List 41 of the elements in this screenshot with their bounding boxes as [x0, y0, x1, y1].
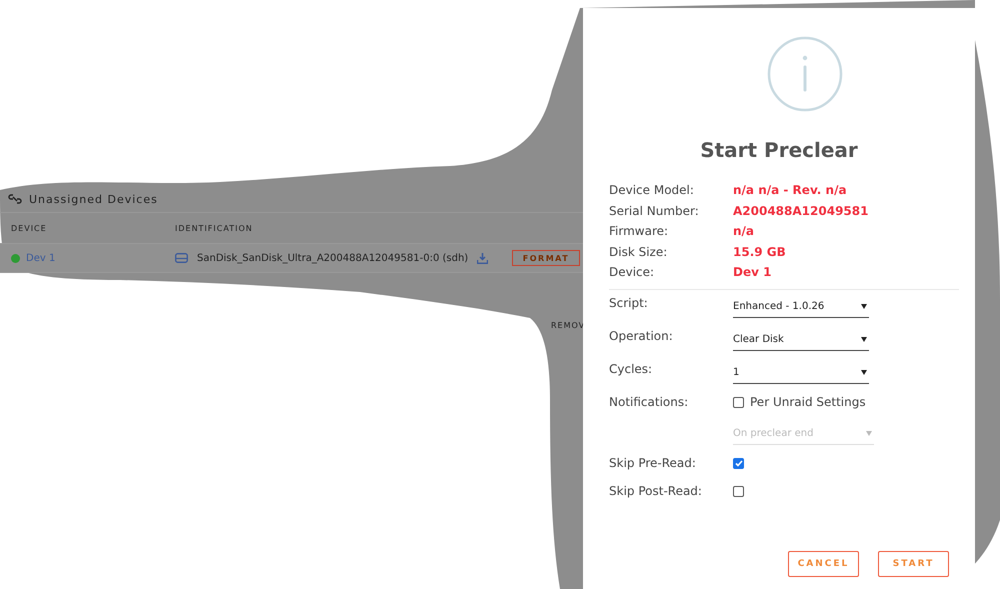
cancel-button[interactable]: CANCEL: [788, 550, 859, 576]
field-value: Dev 1: [733, 265, 772, 280]
field-value: A200488A12049581: [733, 204, 868, 218]
field-label: Disk Size:: [609, 244, 668, 259]
dropdown[interactable]: Clear Disk: [733, 330, 869, 350]
field-label: Operation:: [609, 328, 674, 342]
checkbox[interactable]: [733, 458, 744, 468]
field-label: Skip Pre-Read:: [609, 456, 697, 470]
checkbox[interactable]: [733, 397, 744, 408]
dialog-title: Start Preclear: [699, 138, 859, 162]
field-label: Firmware:: [609, 224, 670, 238]
dropdown[interactable]: Enhanced - 1.0.26: [733, 298, 869, 318]
device-identification: SanDisk_SanDisk_Ultra_A200488A12049581-0:0 (sdh): [197, 252, 468, 264]
field-label: Script:: [609, 296, 649, 310]
drive-icon: [175, 253, 188, 263]
caret-icon: [866, 430, 872, 436]
dropdown: On preclear end: [733, 424, 874, 444]
column-header: IDENTIFICATION: [175, 224, 253, 232]
device-link[interactable]: Dev 1: [26, 252, 56, 264]
field-label: Skip Post-Read:: [609, 484, 703, 498]
caret-icon: [861, 370, 867, 374]
field-label: Cycles:: [609, 362, 654, 376]
format-button[interactable]: FORMAT: [512, 250, 580, 266]
column-header: DEVICE: [11, 224, 48, 232]
caret-icon: [861, 304, 867, 308]
column-header: REMOV: [551, 321, 586, 330]
start-button[interactable]: START: [878, 550, 949, 576]
field-label: Device Model:: [609, 183, 695, 198]
field-value: n/a: [733, 224, 754, 238]
field-label: Device:: [609, 265, 656, 280]
link-icon: [8, 192, 22, 206]
field-value: 15.9 GB: [733, 244, 786, 259]
info-icon: [767, 36, 843, 112]
checkbox-label: Per Unraid Settings: [750, 394, 866, 408]
dropdown[interactable]: 1: [733, 364, 869, 384]
field-label: Serial Number:: [609, 204, 700, 218]
field-value: n/a n/a - Rev. n/a: [733, 183, 847, 198]
field-label: Notifications:: [609, 394, 690, 408]
section-title: Unassigned Devices: [29, 192, 158, 206]
caret-icon: [861, 336, 867, 342]
checkbox[interactable]: [733, 486, 744, 496]
